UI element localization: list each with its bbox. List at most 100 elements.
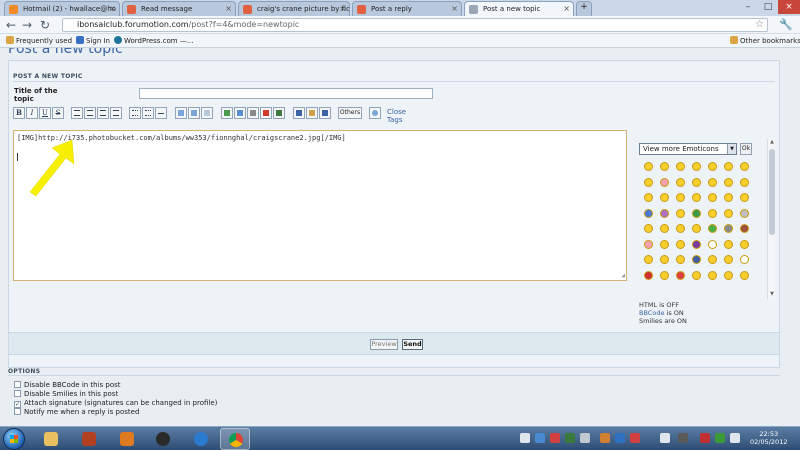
tray-icon[interactable] <box>630 433 640 443</box>
preview-button[interactable]: Preview <box>370 339 398 350</box>
emoticon-icon[interactable] <box>708 224 717 233</box>
emoticons-select[interactable]: View more Emoticons ▼ <box>639 143 737 155</box>
emoticon-icon[interactable] <box>692 224 701 233</box>
title-input[interactable] <box>139 88 433 99</box>
italic-button[interactable]: I <box>26 107 38 119</box>
emoticon-icon[interactable] <box>740 177 749 187</box>
emoticon-icon[interactable] <box>724 177 733 187</box>
emoticon-icon[interactable] <box>676 255 685 264</box>
bold-button[interactable]: B <box>13 107 25 119</box>
emoticon-icon[interactable] <box>708 177 717 187</box>
emoticon-icon[interactable] <box>676 224 685 233</box>
emoticon-icon[interactable] <box>692 162 701 171</box>
emoticon-icon[interactable] <box>644 162 653 171</box>
send-button[interactable]: Send <box>402 339 423 350</box>
emoticon-icon[interactable] <box>692 239 701 249</box>
option-attach-signature[interactable]: ✓ Attach signature (signatures can be cha… <box>14 399 217 408</box>
tray-icon[interactable] <box>678 433 688 443</box>
emoticon-icon[interactable] <box>644 255 653 264</box>
strike-button[interactable]: S <box>52 107 64 119</box>
bookmark-sign-in[interactable]: Sign In <box>76 36 110 45</box>
emoticon-icon[interactable] <box>644 224 653 233</box>
checkbox-checked[interactable]: ✓ <box>14 401 21 408</box>
taskbar-app[interactable] <box>74 428 104 450</box>
tray-icon[interactable] <box>615 433 625 443</box>
wrench-icon[interactable]: 🔧 <box>779 18 793 31</box>
emoticon-icon[interactable] <box>660 208 669 218</box>
maximize-button[interactable]: □ <box>758 0 778 14</box>
align-left-icon[interactable] <box>71 107 83 119</box>
flash-icon[interactable] <box>260 107 272 119</box>
emoticon-icon[interactable] <box>692 208 701 218</box>
emoticon-icon[interactable] <box>740 255 749 264</box>
option-notify-reply[interactable]: Notify me when a reply is posted <box>14 408 139 416</box>
bookmark-frequently-used[interactable]: Frequently used <box>6 36 72 45</box>
emoticon-icon[interactable] <box>708 255 717 264</box>
switch-editor-icon[interactable] <box>369 107 381 119</box>
address-bar[interactable]: ibonsaiclub.forumotion.com/post?f=4&mode… <box>62 18 768 32</box>
tab-read-message[interactable]: Read message × <box>122 1 236 16</box>
emoticon-icon[interactable] <box>692 255 701 264</box>
network-icon[interactable] <box>715 433 725 443</box>
tray-icon[interactable] <box>565 433 575 443</box>
quote-icon[interactable] <box>175 107 187 119</box>
emoticon-icon[interactable] <box>692 177 701 187</box>
emoticon-icon[interactable] <box>708 208 717 218</box>
align-center-icon[interactable] <box>84 107 96 119</box>
justify-icon[interactable] <box>110 107 122 119</box>
bookmark-star-icon[interactable]: ☆ <box>755 19 764 30</box>
emoticon-icon[interactable] <box>644 270 653 280</box>
reload-button[interactable]: ↻ <box>38 18 52 32</box>
option-disable-bbcode[interactable]: Disable BBCode in this post <box>14 381 121 389</box>
media-icon[interactable] <box>273 107 285 119</box>
emoticon-icon[interactable] <box>676 208 685 218</box>
taskbar-chrome[interactable] <box>220 428 250 450</box>
option-disable-smilies[interactable]: Disable Smilies in this post <box>14 390 118 398</box>
close-icon[interactable]: × <box>109 4 116 13</box>
close-tags-link[interactable]: Close Tags <box>387 108 406 124</box>
font-size-icon[interactable] <box>306 107 318 119</box>
emoticon-icon[interactable] <box>660 162 669 171</box>
taskbar-explorer[interactable] <box>36 428 66 450</box>
video-icon[interactable] <box>247 107 259 119</box>
emoticon-icon[interactable] <box>740 208 749 218</box>
close-icon[interactable]: × <box>225 4 232 13</box>
emoticon-icon[interactable] <box>740 193 749 202</box>
tray-icon[interactable] <box>660 433 670 443</box>
forward-button[interactable]: → <box>20 18 34 32</box>
emoticon-icon[interactable] <box>708 193 717 202</box>
emoticon-icon[interactable] <box>676 193 685 202</box>
tray-icon[interactable] <box>535 433 545 443</box>
emoticon-icon[interactable] <box>676 270 685 280</box>
align-right-icon[interactable] <box>97 107 109 119</box>
emoticon-icon[interactable] <box>724 208 733 218</box>
checkbox[interactable] <box>14 408 21 415</box>
checkbox[interactable] <box>14 381 21 388</box>
emoticon-icon[interactable] <box>724 255 733 264</box>
horizontal-rule-icon[interactable] <box>155 107 167 119</box>
emoticon-icon[interactable] <box>660 177 669 187</box>
link-icon[interactable] <box>234 107 246 119</box>
close-icon[interactable]: × <box>339 4 346 13</box>
bookmark-wordpress[interactable]: WordPress.com —... <box>114 36 194 45</box>
emoticon-icon[interactable] <box>644 239 653 249</box>
emoticon-icon[interactable] <box>708 162 717 171</box>
tab-hotmail[interactable]: Hotmail (2) - hwallace@ho × <box>4 1 120 16</box>
font-face-icon[interactable] <box>319 107 331 119</box>
system-clock[interactable]: 22:53 02/05/2012 <box>750 430 787 446</box>
bbcode-link[interactable]: BBCode <box>639 309 664 317</box>
underline-button[interactable]: U <box>39 107 51 119</box>
emoticon-icon[interactable] <box>676 177 685 187</box>
tray-icon[interactable] <box>520 433 530 443</box>
close-icon[interactable]: × <box>451 4 458 13</box>
tray-icon[interactable] <box>550 433 560 443</box>
start-button[interactable] <box>3 428 25 450</box>
code-icon[interactable] <box>188 107 200 119</box>
bulleted-list-icon[interactable] <box>129 107 141 119</box>
emoticon-icon[interactable] <box>692 270 701 280</box>
emoticon-icon[interactable] <box>724 224 733 233</box>
tab-post-a-reply[interactable]: Post a reply × <box>352 1 462 16</box>
emoticon-icon[interactable] <box>724 193 733 202</box>
emoticon-icon[interactable] <box>660 270 669 280</box>
tray-icon[interactable] <box>700 433 710 443</box>
